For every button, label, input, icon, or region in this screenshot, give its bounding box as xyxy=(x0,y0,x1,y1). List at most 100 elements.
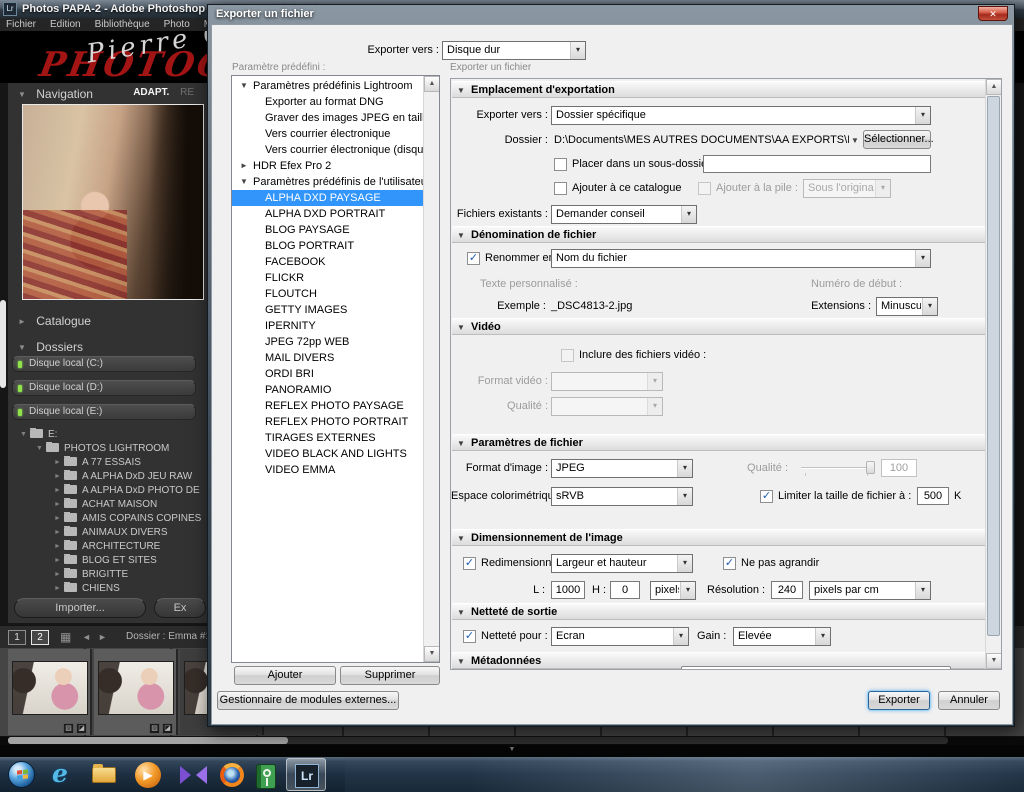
preset-list-scrollbar[interactable]: ▲ ▼ xyxy=(423,76,439,662)
left-panel-scrollbar[interactable] xyxy=(0,300,6,388)
disclosure-icon[interactable]: ▼ xyxy=(457,654,465,670)
menu-item[interactable]: Fichier xyxy=(6,18,36,31)
preset-row[interactable]: JPEG 72pp WEB xyxy=(232,334,423,350)
drive-item[interactable]: Disque local (D:) xyxy=(12,380,196,396)
navigation-panel-header[interactable]: ▼ Navigation ADAPT. RE xyxy=(18,87,204,101)
resolution-unit-dropdown[interactable]: pixels par cm ▾ xyxy=(809,581,931,600)
subfolder-input[interactable] xyxy=(703,155,931,173)
subfolder-checkbox[interactable] xyxy=(554,158,567,171)
folder-row[interactable]: ►ARCHITECTURE xyxy=(10,540,202,554)
disclosure-icon[interactable]: ▼ xyxy=(18,343,26,352)
select-folder-button[interactable]: Sélectionner... xyxy=(863,130,931,149)
disclosure-icon[interactable]: ► xyxy=(54,568,64,582)
metadata-badge-icon[interactable]: ▨ xyxy=(149,723,160,734)
folder-row[interactable]: ►A ALPHA DxD JEU RAW xyxy=(10,470,202,484)
folder-row[interactable]: ►ANIMAUX DIVERS xyxy=(10,526,202,540)
crop-badge-icon[interactable]: ◪ xyxy=(76,723,87,734)
import-button[interactable]: Importer... xyxy=(14,598,146,618)
menu-item[interactable]: Photo xyxy=(164,18,190,31)
preset-row[interactable]: FACEBOOK xyxy=(232,254,423,270)
dossiers-panel-header[interactable]: ▼ Dossiers xyxy=(18,340,83,354)
limit-size-input[interactable]: 500 xyxy=(917,487,949,505)
sharpen-target-dropdown[interactable]: Ecran ▾ xyxy=(551,627,689,646)
loupe-view-button[interactable]: 2 xyxy=(31,630,49,645)
scroll-up-icon[interactable]: ▲ xyxy=(424,76,440,92)
disclosure-icon[interactable]: ► xyxy=(54,456,64,470)
media-app-icon[interactable] xyxy=(178,761,206,789)
crop-badge-icon[interactable]: ◪ xyxy=(162,723,173,734)
catalogue-panel-header[interactable]: ► Catalogue xyxy=(18,314,91,328)
drive-item[interactable]: Disque local (E:) xyxy=(12,404,196,420)
grid-icon[interactable]: ▦ xyxy=(60,626,71,648)
preset-row[interactable]: MAIL DIVERS xyxy=(232,350,423,366)
disclosure-icon[interactable]: ► xyxy=(54,554,64,568)
scroll-down-icon[interactable]: ▼ xyxy=(986,653,1002,669)
sharpen-checkbox[interactable]: ✓ xyxy=(463,630,476,643)
disclosure-icon[interactable]: ▼ xyxy=(457,228,465,244)
limit-size-checkbox[interactable]: ✓ xyxy=(760,490,773,503)
zoom-fill-button[interactable]: RE xyxy=(180,87,194,98)
gain-dropdown[interactable]: Elevée ▾ xyxy=(733,627,831,646)
include-video-checkbox[interactable] xyxy=(561,349,574,362)
preset-row[interactable]: VIDEO BLACK AND LIGHTS xyxy=(232,446,423,462)
close-button[interactable]: ✕ xyxy=(978,6,1008,21)
resize-mode-dropdown[interactable]: Largeur et hauteur ▾ xyxy=(551,554,693,573)
disclosure-icon[interactable]: ► xyxy=(54,540,64,554)
drive-item[interactable]: Disque local (C:) xyxy=(12,356,196,372)
lightroom-taskbar-button[interactable]: Lr xyxy=(286,758,326,791)
preset-row[interactable]: Vers courrier électronique xyxy=(232,126,423,142)
preset-row[interactable]: TIRAGES EXTERNES xyxy=(232,430,423,446)
preset-row[interactable]: ORDI BRI xyxy=(232,366,423,382)
preset-row[interactable]: IPERNITY xyxy=(232,318,423,334)
disclosure-icon[interactable]: ► xyxy=(54,582,64,596)
disclosure-icon[interactable]: ▼ xyxy=(457,605,465,621)
panel-hide-strip[interactable]: ▼ xyxy=(0,745,1024,757)
preset-row[interactable]: PANORAMIO xyxy=(232,382,423,398)
disclosure-icon[interactable]: ► xyxy=(18,317,26,326)
folder-row[interactable]: ►A 77 ESSAIS xyxy=(10,456,202,470)
disclosure-icon[interactable]: ► xyxy=(54,484,64,498)
disclosure-icon[interactable]: ▼ xyxy=(457,320,465,336)
preset-row[interactable]: VIDEO EMMA xyxy=(232,462,423,478)
disclosure-icon[interactable]: ► xyxy=(240,158,253,174)
disclosure-icon[interactable]: ▼ xyxy=(240,78,253,94)
disclosure-icon[interactable]: ► xyxy=(54,526,64,540)
preset-row[interactable]: REFLEX PHOTO PAYSAGE xyxy=(232,398,423,414)
disclosure-icon[interactable]: ▼ xyxy=(457,531,465,547)
firefox-icon[interactable] xyxy=(218,761,246,789)
preset-row[interactable]: Exporter au format DNG xyxy=(232,94,423,110)
preset-row[interactable]: ALPHA DXD PAYSAGE xyxy=(232,190,423,206)
preset-row[interactable]: ►HDR Efex Pro 2 xyxy=(232,158,423,174)
export-to-dropdown[interactable]: Disque dur ▾ xyxy=(442,41,586,60)
disclosure-icon[interactable]: ► xyxy=(54,498,64,512)
filmstrip-thumbnail[interactable]: ▨ ◪ xyxy=(94,649,178,735)
image-format-dropdown[interactable]: JPEG ▾ xyxy=(551,459,693,478)
rename-template-dropdown[interactable]: Nom du fichier ▾ xyxy=(551,249,931,268)
resize-checkbox[interactable]: ✓ xyxy=(463,557,476,570)
folder-path[interactable]: D:\Documents\MES AUTRES DOCUMENTS\AA EXP… xyxy=(554,131,849,150)
disclosure-icon[interactable]: ► xyxy=(54,512,64,526)
width-input[interactable]: 1000 xyxy=(551,581,585,599)
preset-row[interactable]: REFLEX PHOTO PORTRAIT xyxy=(232,414,423,430)
back-arrow-icon[interactable]: ◄ xyxy=(82,626,91,648)
preset-row[interactable]: ALPHA DXD PORTRAIT xyxy=(232,206,423,222)
remove-preset-button[interactable]: Supprimer xyxy=(340,666,440,685)
metadata-include-dropdown[interactable] xyxy=(681,666,951,670)
preset-row[interactable]: FLICKR xyxy=(232,270,423,286)
disclosure-icon[interactable]: ▼ xyxy=(20,428,30,442)
colorspace-dropdown[interactable]: sRVB ▾ xyxy=(551,487,693,506)
height-input[interactable]: 0 xyxy=(610,581,640,599)
scroll-down-icon[interactable]: ▼ xyxy=(424,646,440,662)
existing-files-dropdown[interactable]: Demander conseil ▾ xyxy=(551,205,697,224)
filmstrip-scrollbar[interactable] xyxy=(0,737,1024,745)
settings-scrollbar[interactable]: ▲ ▼ xyxy=(985,79,1001,669)
folder-row[interactable]: ►BLOG ET SITES xyxy=(10,554,202,568)
export-destination-dropdown[interactable]: Dossier spécifique ▾ xyxy=(551,106,931,125)
metadata-badge-icon[interactable]: ▨ xyxy=(63,723,74,734)
section-header-sizing[interactable]: ▼ Dimensionnement de l'image xyxy=(452,529,985,546)
filmstrip-thumbnail[interactable]: ▨ ◪ xyxy=(8,649,92,735)
scrollbar-thumb[interactable] xyxy=(8,737,288,744)
hide-panel-arrow-icon[interactable]: ▼ xyxy=(509,746,516,753)
section-header-naming[interactable]: ▼ Dénomination de fichier xyxy=(452,226,985,243)
disclosure-icon[interactable]: ▼ xyxy=(457,83,465,99)
